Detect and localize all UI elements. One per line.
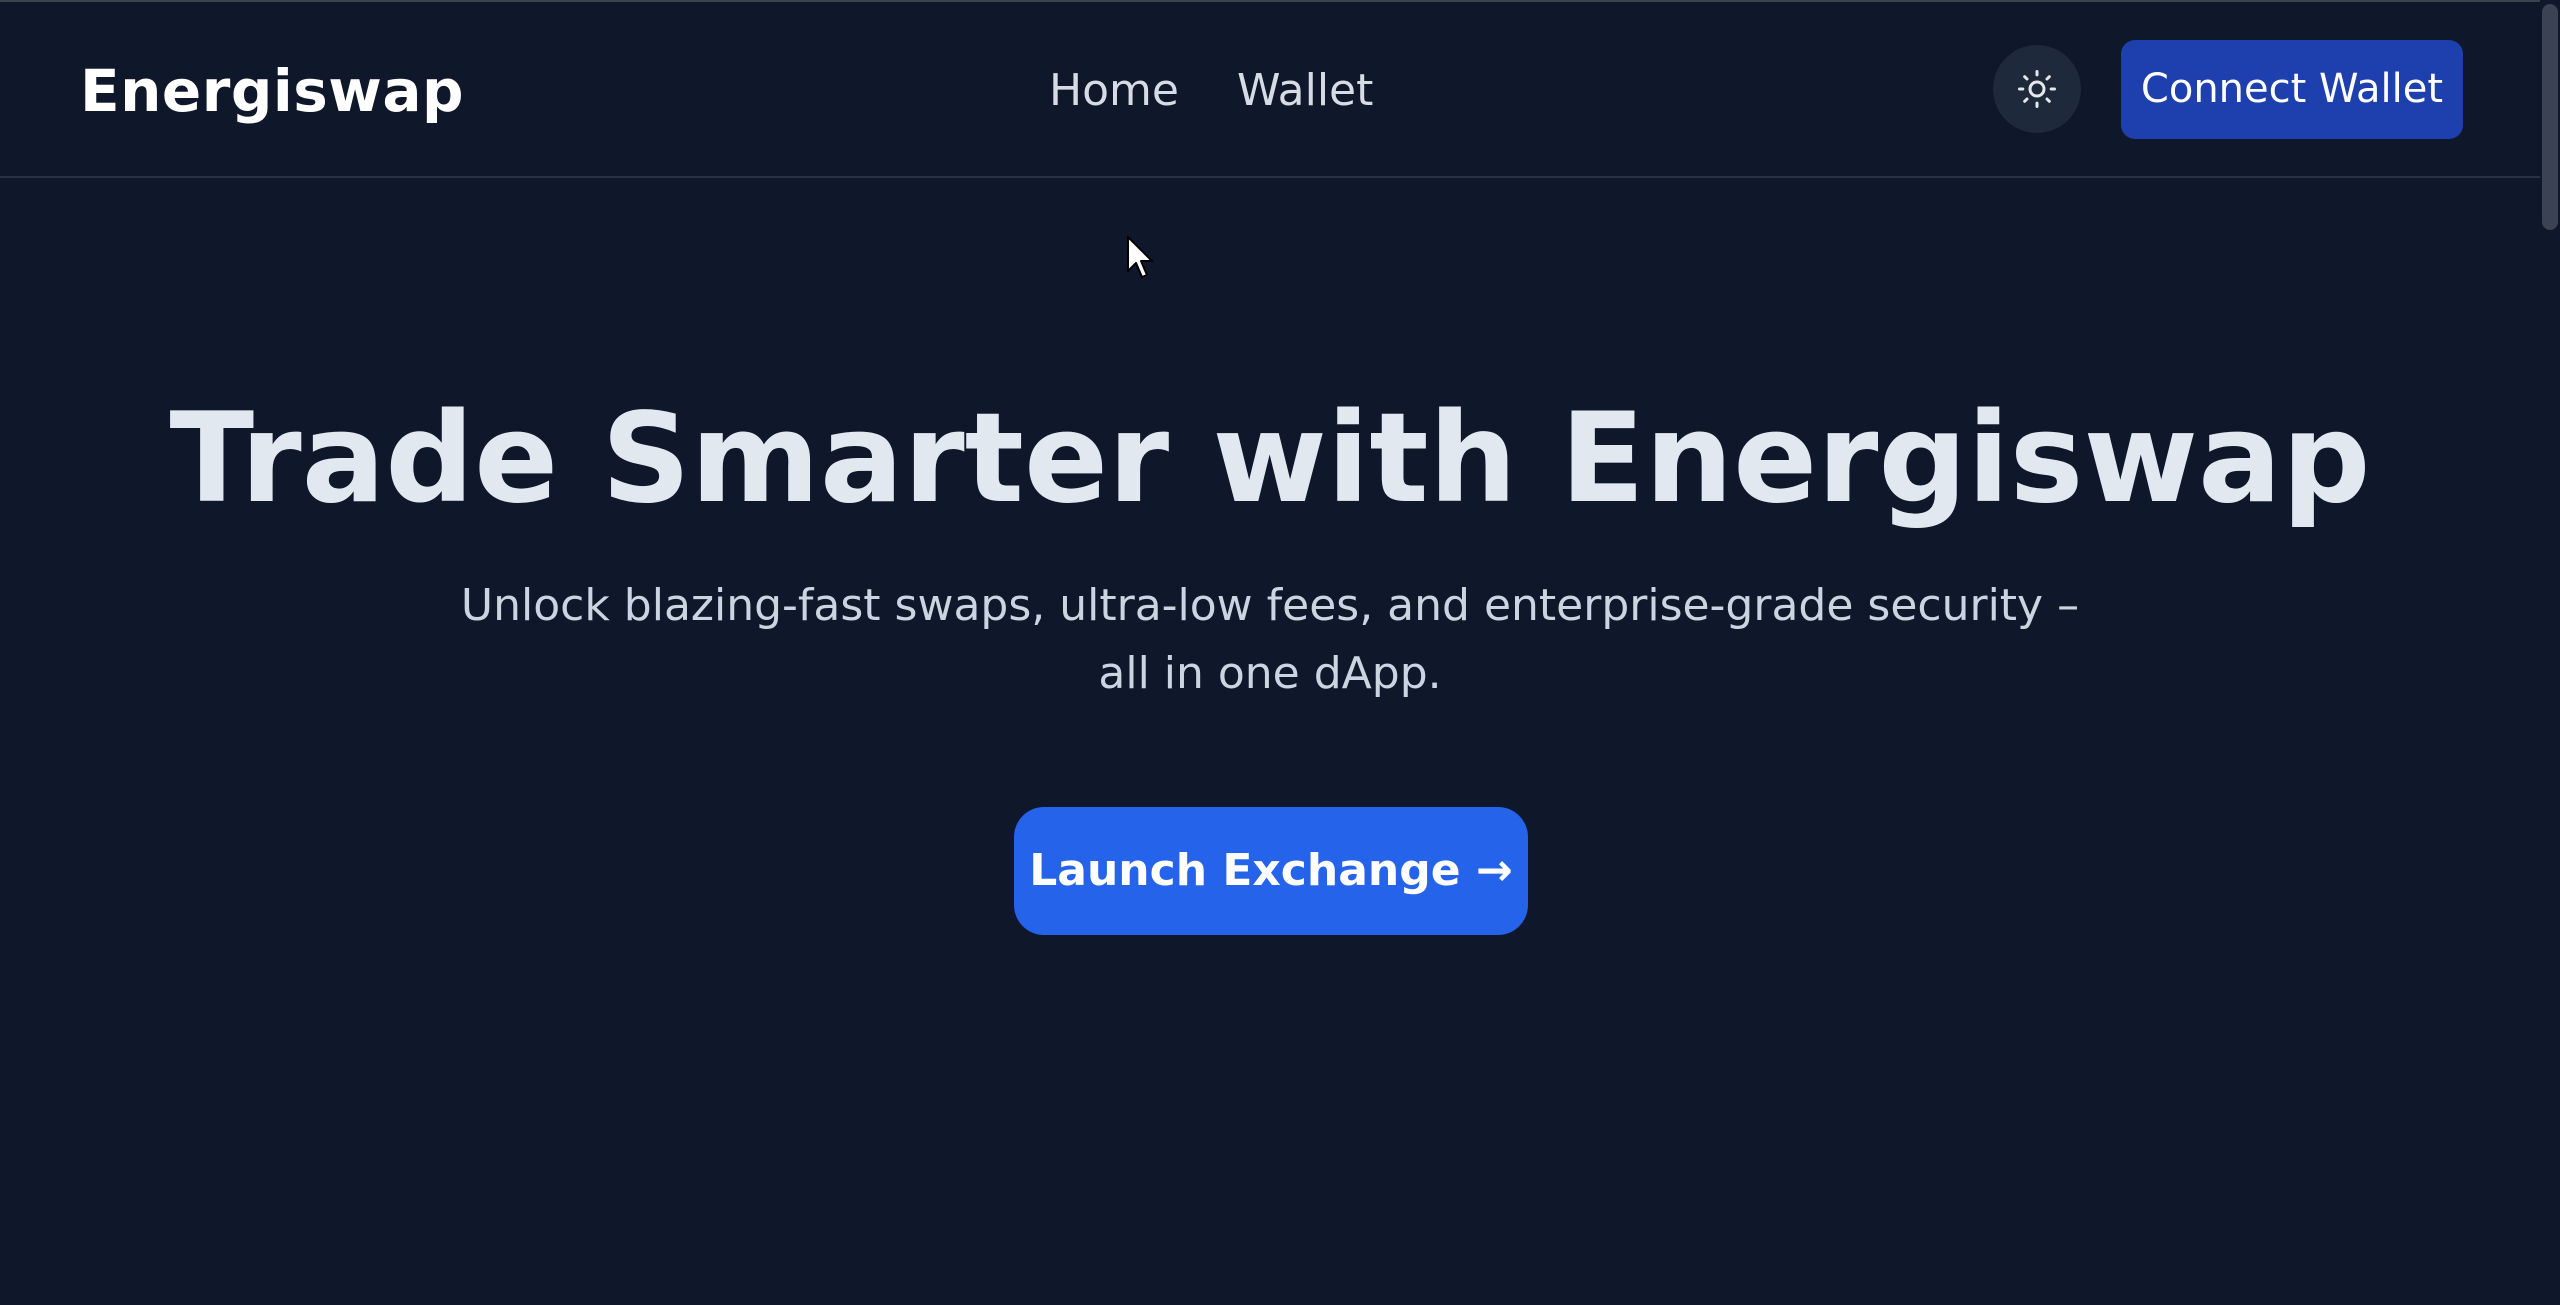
launch-exchange-button[interactable]: Launch Exchange → [1014, 807, 1528, 935]
connect-wallet-button[interactable]: Connect Wallet [2121, 40, 2463, 139]
scrollbar-thumb[interactable] [2542, 4, 2558, 230]
hero-subtitle: Unlock blazing-fast swaps, ultra-low fee… [460, 580, 2080, 699]
nav-wallet-link[interactable]: Wallet [1237, 63, 1373, 119]
page: Energiswap Home Wallet Connect Wallet Tr… [0, 0, 2560, 1305]
scrollbar[interactable] [2540, 0, 2560, 1305]
nav-home-link[interactable]: Home [1049, 63, 1179, 119]
sun-icon [2018, 70, 2056, 108]
navbar: Energiswap Home Wallet Connect Wallet [0, 0, 2540, 178]
brand-logo[interactable]: Energiswap [80, 56, 464, 126]
hero-title: Trade Smarter with Energiswap [169, 387, 2371, 531]
nav-links: Home Wallet [1049, 63, 1373, 119]
theme-toggle-button[interactable] [1993, 45, 2081, 133]
mouse-cursor-icon [1127, 236, 1153, 278]
